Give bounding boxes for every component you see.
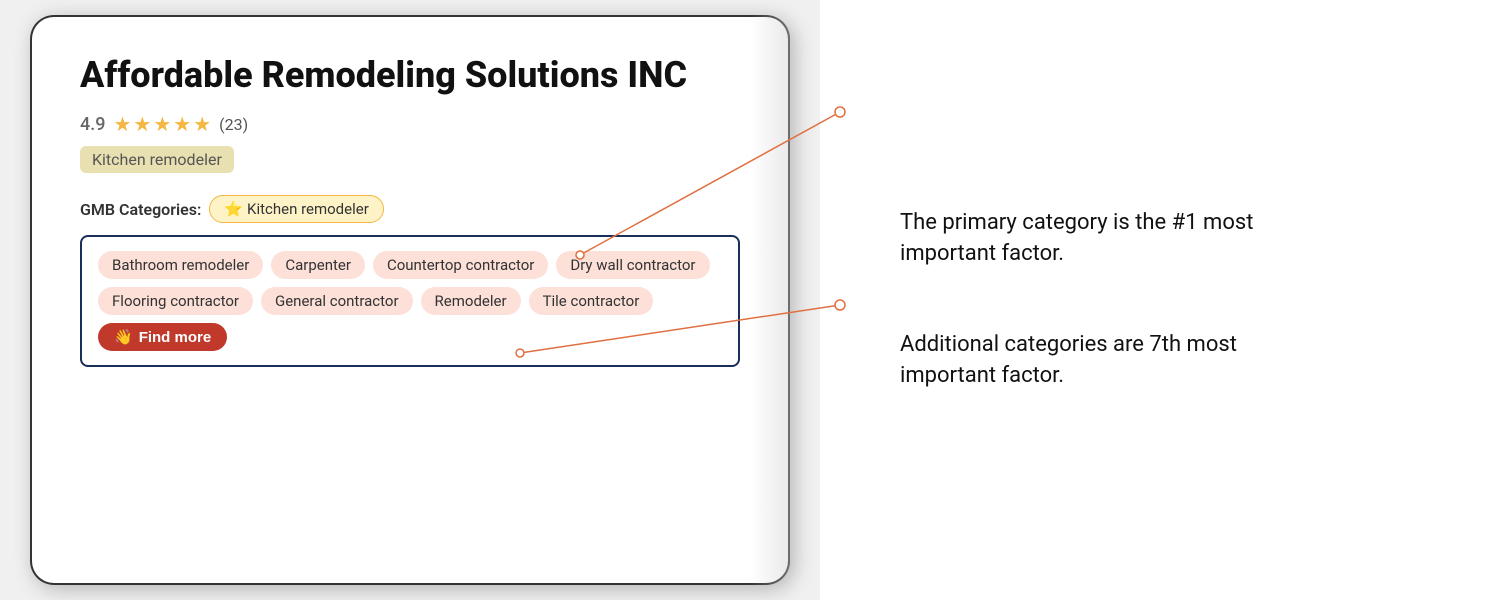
rating-number: 4.9 — [80, 114, 105, 135]
tablet-mockup: Affordable Remodeling Solutions INC 4.9 … — [30, 15, 790, 585]
find-more-button[interactable]: 👋 Find more — [98, 323, 227, 351]
find-more-label: Find more — [139, 329, 212, 346]
page-container: Affordable Remodeling Solutions INC 4.9 … — [0, 0, 1500, 600]
stars: ★ ★ ★ ★ ★ — [113, 112, 211, 136]
tablet-area: Affordable Remodeling Solutions INC 4.9 … — [0, 0, 820, 600]
gmb-categories-row: GMB Categories: ⭐ Kitchen remodeler — [80, 195, 740, 223]
star-4: ★ — [173, 112, 191, 136]
annotation-primary-text: The primary category is the #1 most impo… — [900, 208, 1280, 270]
annotation-additional: Additional categories are 7th most impor… — [900, 330, 1440, 392]
gmb-label: GMB Categories: — [80, 200, 201, 219]
cat-flooring-contractor[interactable]: Flooring contractor — [98, 287, 253, 315]
additional-categories-box: Bathroom remodeler Carpenter Countertop … — [80, 235, 740, 367]
star-3: ★ — [153, 112, 171, 136]
primary-cat-tag: ⭐ Kitchen remodeler — [209, 195, 383, 223]
cat-general-contractor[interactable]: General contractor — [261, 287, 413, 315]
primary-cat-label: Kitchen remodeler — [247, 200, 369, 218]
star-icon: ⭐ — [224, 200, 243, 218]
annotation-additional-text: Additional categories are 7th most impor… — [900, 330, 1280, 392]
star-5: ★ — [193, 112, 211, 136]
cat-bathroom-remodeler[interactable]: Bathroom remodeler — [98, 251, 263, 279]
cat-dry-wall-contractor[interactable]: Dry wall contractor — [556, 251, 709, 279]
annotation-area: The primary category is the #1 most impo… — [820, 0, 1500, 600]
business-name: Affordable Remodeling Solutions INC — [80, 55, 740, 96]
review-count: (23) — [219, 115, 248, 134]
wave-icon: 👋 — [114, 328, 133, 346]
annotation-primary: The primary category is the #1 most impo… — [900, 208, 1440, 270]
cat-carpenter[interactable]: Carpenter — [271, 251, 365, 279]
rating-row: 4.9 ★ ★ ★ ★ ★ (23) — [80, 112, 740, 136]
cat-remodeler[interactable]: Remodeler — [421, 287, 521, 315]
star-2: ★ — [133, 112, 151, 136]
primary-category-badge: Kitchen remodeler — [80, 146, 234, 173]
star-1: ★ — [113, 112, 131, 136]
cat-countertop-contractor[interactable]: Countertop contractor — [373, 251, 548, 279]
cat-tile-contractor[interactable]: Tile contractor — [529, 287, 654, 315]
